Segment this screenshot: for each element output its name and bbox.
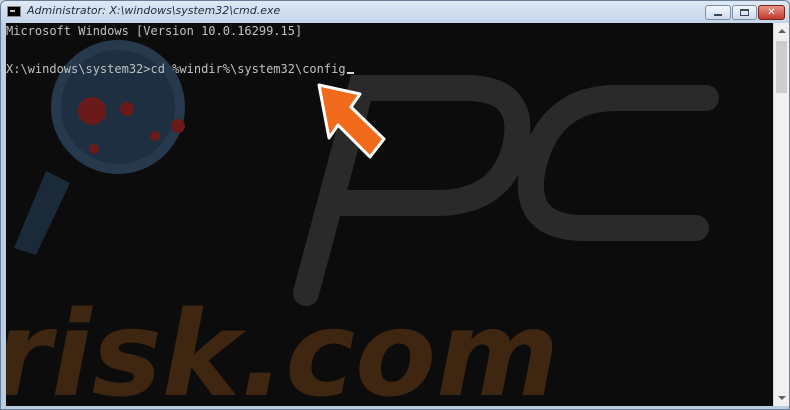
cmd-icon[interactable] bbox=[7, 6, 21, 17]
pointer-arrow-icon bbox=[317, 83, 386, 159]
scroll-down-button[interactable] bbox=[774, 389, 789, 406]
console-line-version: Microsoft Windows [Version 10.0.16299.15… bbox=[6, 24, 303, 38]
minimize-button[interactable] bbox=[705, 5, 731, 20]
command-text: X:\windows\system32>cd %windir%\system32… bbox=[6, 62, 346, 76]
minimize-icon bbox=[714, 14, 722, 16]
close-icon: ✕ bbox=[767, 7, 776, 18]
text-cursor bbox=[346, 72, 354, 74]
scroll-thumb[interactable] bbox=[776, 41, 787, 93]
scroll-up-button[interactable] bbox=[774, 23, 789, 40]
window-title: Administrator: X:\windows\system32\cmd.e… bbox=[27, 4, 281, 17]
vertical-scrollbar[interactable] bbox=[773, 23, 789, 406]
maximize-icon bbox=[740, 9, 749, 16]
title-bar[interactable]: Administrator: X:\windows\system32\cmd.e… bbox=[1, 1, 789, 23]
close-button[interactable]: ✕ bbox=[758, 5, 785, 20]
maximize-button[interactable] bbox=[732, 5, 757, 20]
console-line-command: X:\windows\system32>cd %windir%\system32… bbox=[6, 62, 354, 77]
console-area[interactable]: risk.com Microsoft Windows [Version 10.0… bbox=[6, 23, 773, 406]
cmd-window: Administrator: X:\windows\system32\cmd.e… bbox=[0, 0, 790, 410]
watermark-text: risk.com bbox=[6, 285, 559, 406]
